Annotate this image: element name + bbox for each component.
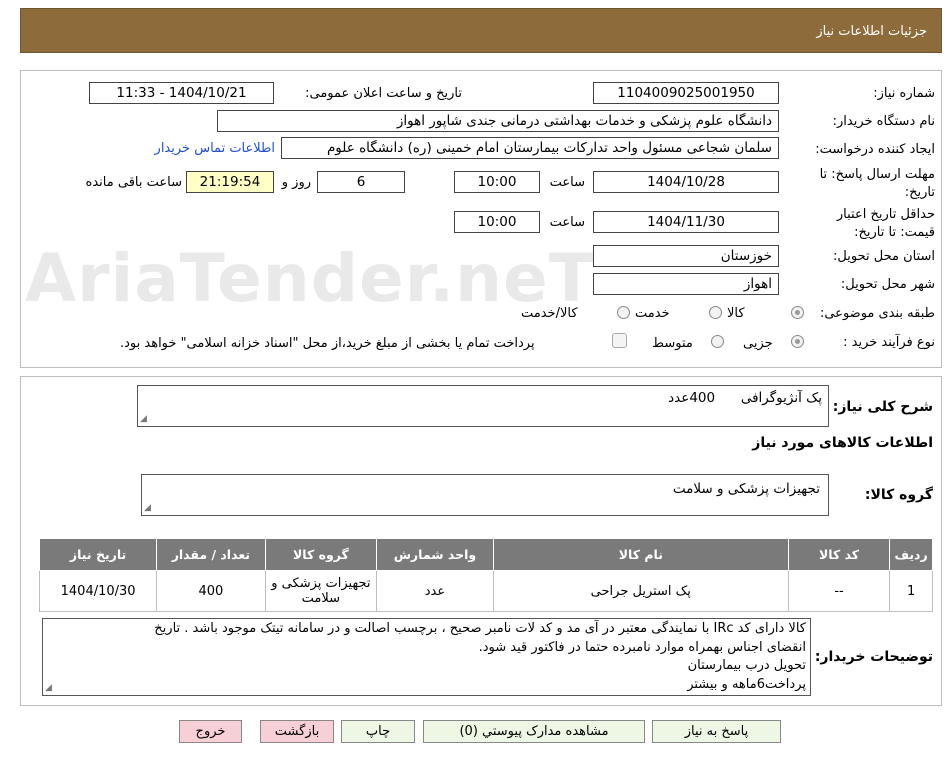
- page-header: جزئیات اطلاعات نیاز: [20, 8, 942, 53]
- deadline-date-field: 1404/10/28: [593, 171, 779, 193]
- col-code: کد کالا: [787, 538, 891, 571]
- purchase-type-label: نوع فرآیند خرید :: [843, 335, 935, 350]
- remaining-label: ساعت باقی مانده: [85, 175, 182, 190]
- goods-section-title: اطلاعات کالاهای مورد نیاز: [752, 435, 933, 451]
- buyer-org-field: دانشگاه علوم پزشکی و خدمات بهداشتی درمان…: [217, 110, 779, 132]
- print-button[interactable]: چاپ: [341, 720, 415, 743]
- announce-datetime-field: 1404/10/21 - 11:33: [89, 82, 274, 104]
- requester-label: ایجاد کننده درخواست:: [815, 142, 935, 157]
- resize-grip-icon: ◢: [140, 414, 147, 424]
- category-option-goods: کالا: [727, 306, 745, 321]
- cell-date: 1404/10/30: [38, 570, 158, 612]
- cell-code: --: [787, 570, 891, 612]
- view-attachments-button[interactable]: مشاهده مدارک پیوستي (0): [423, 720, 645, 743]
- purchase-option-partial: جزیی: [743, 336, 773, 351]
- validity-time-label: ساعت: [549, 215, 585, 230]
- validity-date-field: 1404/11/30: [593, 211, 779, 233]
- col-name: نام کالا: [492, 538, 789, 571]
- category-radio-goods-service[interactable]: [617, 306, 630, 319]
- col-unit: واحد شمارش: [376, 538, 494, 571]
- watermark-logo: AriaTender.neT: [25, 240, 595, 317]
- province-field: خوزستان: [593, 245, 779, 267]
- buyer-contact-link[interactable]: اطلاعات تماس خریدار: [155, 141, 275, 156]
- cell-unit: عدد: [376, 570, 494, 612]
- table-row: 1 -- پک استریل جراحی عدد تجهیزات پزشکی و…: [38, 570, 933, 612]
- buyer-notes-line-3: تحویل درب بیمارستان: [687, 658, 806, 673]
- col-date: تاریخ نیاز: [38, 538, 158, 571]
- treasury-checkbox[interactable]: [612, 333, 627, 348]
- exit-button[interactable]: خروج: [179, 720, 242, 743]
- cell-qty: 400: [156, 570, 266, 612]
- description-text: پک آنژیوگرافی 400عدد: [668, 390, 822, 406]
- back-button[interactable]: بازگشت: [260, 720, 334, 743]
- category-label: طبقه بندی موضوعی:: [819, 306, 935, 321]
- reply-button[interactable]: پاسخ به نیاز: [652, 720, 781, 743]
- treasury-note: پرداخت تمام یا بخشی از مبلغ خرید،از محل …: [120, 336, 535, 351]
- purchase-radio-medium[interactable]: [711, 335, 724, 348]
- category-option-service: خدمت: [635, 306, 670, 321]
- purchase-option-medium: متوسط: [652, 336, 693, 351]
- city-field: اهواز: [593, 273, 779, 295]
- goods-table-header: ردیف کد کالا نام کالا واحد شمارش گروه کا…: [38, 538, 933, 571]
- goods-table: ردیف کد کالا نام کالا واحد شمارش گروه کا…: [38, 538, 933, 612]
- goods-group-textarea: تجهیزات پزشکی و سلامت ◢: [141, 474, 829, 516]
- goods-group-text: تجهیزات پزشکی و سلامت: [672, 481, 820, 497]
- resize-grip-icon: ◢: [144, 503, 151, 513]
- need-number-field: 1104009025001950: [593, 82, 779, 104]
- cell-name: پک استریل جراحی: [492, 570, 789, 612]
- category-option-goods-service: کالا/خدمت: [521, 306, 578, 321]
- buyer-notes-line-1: کالا دارای کد IRc با نمایندگی معتبر در آ…: [154, 621, 806, 636]
- validity-label: حداقل تاریخ اعتبار قیمت: تا تاریخ:: [836, 207, 935, 240]
- buyer-notes-line-4: پرداخت6ماهه و بیشتر: [687, 676, 806, 692]
- deadline-time-label: ساعت: [549, 175, 585, 190]
- buyer-notes-label: توضیحات خریدار:: [814, 649, 933, 665]
- requester-field: سلمان شجاعی مسئول واحد تدارکات بیمارستان…: [281, 137, 779, 159]
- province-label: استان محل تحویل:: [833, 249, 935, 264]
- category-radio-goods[interactable]: [791, 306, 804, 319]
- days-label: روز و: [281, 175, 311, 190]
- col-group: گروه کالا: [264, 538, 378, 571]
- resize-grip-icon: ◢: [45, 683, 52, 693]
- remaining-time-field: 21:19:54: [186, 171, 274, 193]
- col-qty: تعداد / مقدار: [156, 538, 266, 571]
- cell-row: 1: [889, 570, 933, 612]
- deadline-days-field: 6: [317, 171, 405, 193]
- deadline-time-field: 10:00: [454, 171, 540, 193]
- buyer-org-label: نام دستگاه خریدار:: [832, 114, 935, 129]
- announce-datetime-label: تاریخ و ساعت اعلان عمومی:: [305, 86, 462, 101]
- buyer-notes-textarea: کالا دارای کد IRc با نمایندگی معتبر در آ…: [42, 618, 811, 696]
- buyer-notes-line-2: انقضای اجناس بهمراه موارد نامبرده حتما د…: [478, 639, 806, 655]
- goods-group-label: گروه کالا:: [864, 487, 933, 503]
- city-label: شهر محل تحویل:: [840, 277, 935, 292]
- purchase-radio-partial[interactable]: [791, 335, 804, 348]
- category-radio-service[interactable]: [709, 306, 722, 319]
- description-label: شرح کلی نیاز:: [832, 399, 933, 415]
- col-row: ردیف: [889, 538, 933, 571]
- page-title: جزئیات اطلاعات نیاز: [816, 24, 927, 39]
- need-number-label: شماره نیاز:: [873, 86, 935, 101]
- deadline-label: مهلت ارسال پاسخ: تا تاریخ:: [819, 167, 935, 200]
- description-textarea: پک آنژیوگرافی 400عدد ◢: [137, 385, 829, 427]
- cell-group: تجهیزات پزشکی و سلامت: [264, 570, 378, 612]
- validity-time-field: 10:00: [454, 211, 540, 233]
